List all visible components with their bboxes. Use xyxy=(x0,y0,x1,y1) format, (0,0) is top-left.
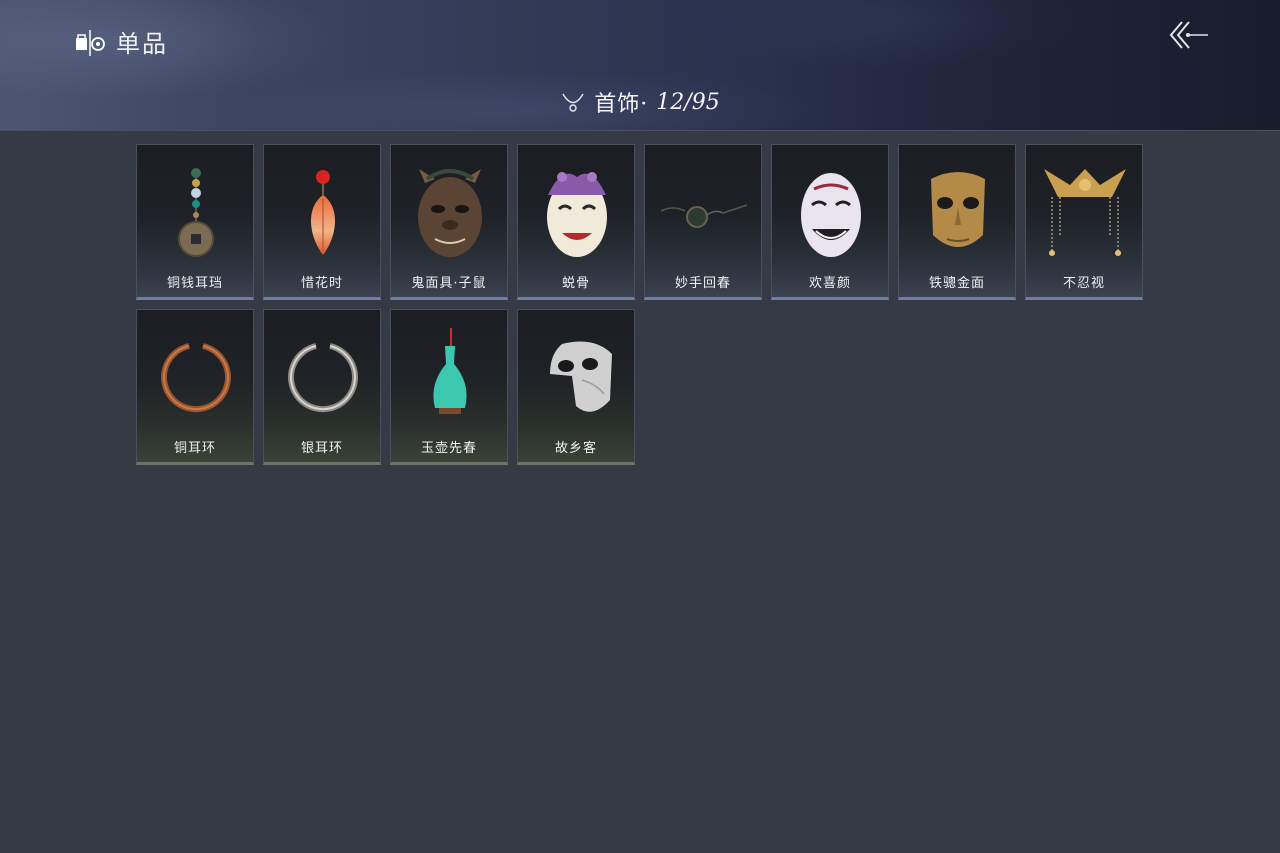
gold-headdress-icon xyxy=(1044,169,1126,256)
item-name: 铜钱耳珰 xyxy=(166,276,223,291)
category-label: 首饰· xyxy=(594,92,649,117)
jester-mask-icon xyxy=(547,172,607,257)
half-mask-icon xyxy=(550,341,612,412)
item-card-coin-earring[interactable]: 铜钱耳珰 xyxy=(136,144,254,300)
item-card-rat-mask[interactable]: 鬼面具·子鼠 xyxy=(390,144,508,300)
item-card-gold-mask[interactable]: 铁骢金面 xyxy=(898,144,1016,300)
item-name: 妙手回春 xyxy=(674,276,731,291)
item-card-smiling-mask[interactable]: 欢喜颜 xyxy=(771,144,889,300)
item-name: 铜耳环 xyxy=(173,441,216,456)
item-name: 故乡客 xyxy=(554,441,597,456)
header-banner: 单品 首饰· 12/95 xyxy=(0,0,1280,131)
item-name: 铁骢金面 xyxy=(928,276,985,291)
item-name: 蜕骨 xyxy=(561,276,590,291)
page-title: 单品 xyxy=(116,30,168,58)
petal-earring-icon xyxy=(310,170,336,255)
wardrobe-icon xyxy=(76,29,105,56)
title-group: 单品 xyxy=(74,24,168,59)
item-card-glasses[interactable]: 妙手回春 xyxy=(644,144,762,300)
smiling-mask-icon xyxy=(801,173,861,257)
back-arrow-icon[interactable] xyxy=(1166,18,1212,52)
item-card-half-mask[interactable]: 故乡客 xyxy=(517,309,635,465)
item-card-copper-ring[interactable]: 铜耳环 xyxy=(136,309,254,465)
item-card-jade-vase[interactable]: 玉壶先春 xyxy=(390,309,508,465)
coin-earring-icon xyxy=(178,168,214,257)
silver-ring-icon xyxy=(288,343,358,413)
item-card-silver-ring[interactable]: 银耳环 xyxy=(263,309,381,465)
item-name: 不忍视 xyxy=(1062,276,1105,291)
gold-mask-icon xyxy=(931,172,985,247)
item-card-jester-mask[interactable]: 蜕骨 xyxy=(517,144,635,300)
category-heading: 首饰· 12/95 xyxy=(0,86,1280,118)
item-name: 鬼面具·子鼠 xyxy=(411,276,487,291)
item-name: 欢喜颜 xyxy=(808,276,851,291)
item-name: 银耳环 xyxy=(300,441,343,456)
copper-ring-icon xyxy=(161,343,231,413)
item-card-gold-headdress[interactable]: 不忍视 xyxy=(1025,144,1143,300)
jade-vase-icon xyxy=(433,328,467,414)
category-count: 12/95 xyxy=(656,89,720,115)
rat-mask-icon xyxy=(418,169,482,257)
item-card-petal-earring[interactable]: 惜花时 xyxy=(263,144,381,300)
glasses-icon xyxy=(660,204,748,228)
item-name: 惜花时 xyxy=(300,276,343,291)
necklace-icon xyxy=(562,93,584,112)
item-name: 玉壶先春 xyxy=(420,441,477,456)
